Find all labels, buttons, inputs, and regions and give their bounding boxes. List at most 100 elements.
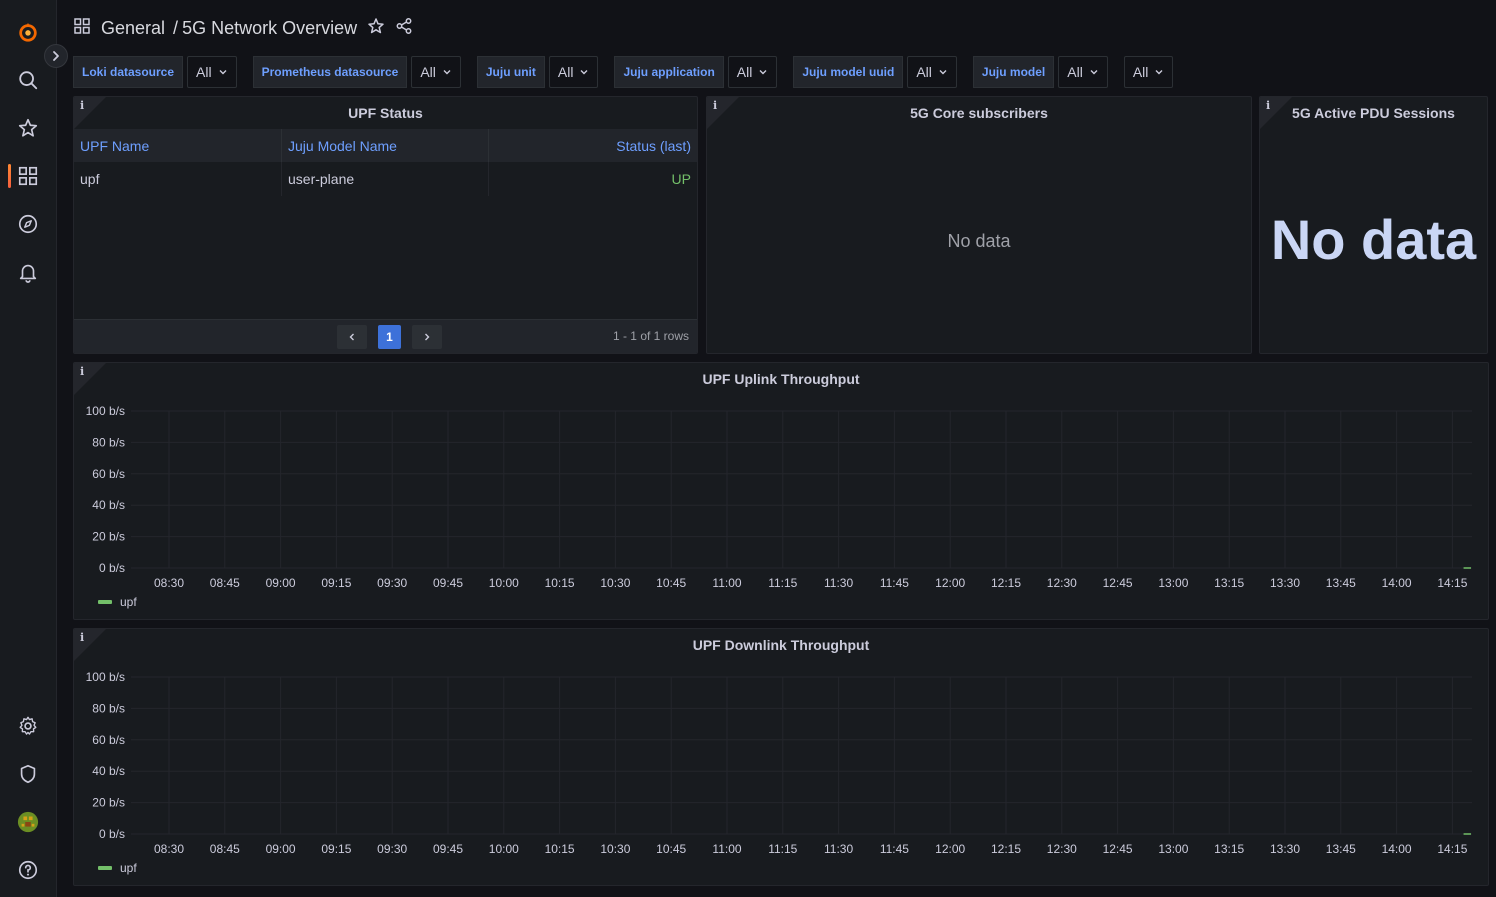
x-tick-label: 13:30 (1270, 842, 1300, 856)
sidebar (0, 0, 57, 897)
x-tick-label: 10:45 (656, 576, 686, 590)
variable-value: All (420, 64, 436, 80)
variable-label: Juju application (614, 56, 724, 88)
y-tick-label: 60 b/s (92, 733, 125, 747)
legend-swatch (98, 866, 112, 870)
variable-select[interactable]: All (727, 56, 778, 88)
x-tick-label: 13:15 (1214, 842, 1244, 856)
x-tick-label: 11:15 (768, 842, 797, 856)
panel-title[interactable]: 5G Core subscribers (707, 105, 1251, 121)
upf-status-panel: i UPF Status UPF Name Juju Model Name St… (73, 96, 698, 354)
cell-juju-model-name: user-plane (282, 162, 489, 196)
x-tick-label: 09:30 (377, 842, 407, 856)
favorite-star-icon[interactable] (367, 17, 385, 40)
table-row: upf user-plane UP (74, 162, 697, 196)
pdu-sessions-panel: i 5G Active PDU Sessions No data (1259, 96, 1488, 354)
y-tick-label: 100 b/s (86, 404, 125, 418)
x-tick-label: 12:00 (935, 576, 965, 590)
variable-select[interactable]: All (1123, 56, 1174, 88)
share-icon[interactable] (395, 17, 413, 40)
chevron-down-icon (1090, 70, 1098, 75)
y-tick-label: 100 b/s (86, 670, 125, 684)
search-icon[interactable] (14, 66, 42, 94)
x-tick-label: 10:15 (545, 842, 575, 856)
chart-legend[interactable]: upf (98, 595, 137, 609)
downlink-throughput-panel: i UPF Downlink Throughput 100 b/s 80 b/s 6… (73, 628, 1489, 886)
variable-value: All (1067, 64, 1083, 80)
y-tick-label: 0 b/s (99, 827, 125, 841)
cell-status: UP (671, 171, 691, 187)
column-header-juju-model-name[interactable]: Juju Model Name (282, 129, 489, 162)
y-tick-label: 20 b/s (92, 530, 125, 544)
alerting-bell-icon[interactable] (14, 258, 42, 286)
legend-series-name: upf (120, 595, 137, 609)
variable-select[interactable]: All (1058, 56, 1108, 88)
x-tick-label: 08:45 (210, 842, 240, 856)
x-tick-label: 12:15 (991, 576, 1021, 590)
explore-compass-icon[interactable] (14, 210, 42, 238)
x-tick-label: 09:45 (433, 576, 463, 590)
dashboard-header: General / 5G Network Overview (73, 14, 413, 42)
help-icon[interactable] (14, 856, 42, 884)
no-data-stat: No data (1270, 208, 1477, 271)
x-tick-label: 08:30 (154, 576, 184, 590)
chevron-down-icon (443, 70, 451, 75)
variable-select[interactable]: All (548, 56, 599, 88)
expand-sidebar-button[interactable] (44, 44, 68, 68)
x-tick-label: 10:15 (545, 576, 575, 590)
variable-juju-model-uuid: Juju model uuid All (793, 56, 957, 88)
column-header-status[interactable]: Status (last) (489, 129, 697, 162)
chart-legend[interactable]: upf (98, 861, 137, 875)
y-tick-label: 20 b/s (92, 796, 125, 810)
x-tick-label: 14:00 (1382, 576, 1412, 590)
x-tick-label: 12:45 (1103, 842, 1133, 856)
variable-select[interactable]: All (411, 56, 461, 88)
chevron-right-icon (53, 51, 59, 61)
x-tick-label: 14:15 (1437, 576, 1467, 590)
variable-select[interactable]: All (907, 56, 957, 88)
chevron-down-icon (580, 70, 588, 75)
variable-loki-datasource: Loki datasource All (73, 56, 237, 88)
chevron-right-icon (425, 333, 430, 341)
x-tick-label: 13:45 (1326, 842, 1356, 856)
downlink-chart-plot[interactable]: 100 b/s 80 b/s 60 b/s 40 b/s 20 b/s 0 b/s 08:3… (74, 629, 1489, 886)
x-tick-label: 12:15 (991, 842, 1021, 856)
page-title[interactable]: 5G Network Overview (182, 18, 357, 39)
panel-title[interactable]: UPF Status (74, 105, 697, 121)
panel-title[interactable]: 5G Active PDU Sessions (1260, 105, 1487, 121)
variable-label: Juju model (972, 56, 1055, 88)
settings-gear-icon[interactable] (14, 712, 42, 740)
variable-select[interactable]: All (187, 56, 237, 88)
variable-value: All (736, 64, 753, 80)
chevron-left-icon (349, 333, 354, 341)
next-page-button[interactable] (412, 325, 442, 349)
x-tick-label: 13:00 (1158, 576, 1188, 590)
variable-label: Juju unit (476, 56, 545, 88)
variable-label: Prometheus datasource (252, 56, 408, 88)
x-tick-label: 11:30 (824, 576, 853, 590)
x-tick-label: 10:30 (600, 576, 630, 590)
no-data-message: No data (947, 231, 1011, 251)
star-icon[interactable] (14, 114, 42, 142)
x-tick-label: 12:30 (1047, 842, 1077, 856)
x-tick-label: 09:00 (266, 842, 296, 856)
active-indicator (8, 164, 11, 188)
dashboards-icon[interactable] (14, 162, 42, 190)
x-tick-label: 12:45 (1103, 576, 1133, 590)
x-tick-label: 10:30 (600, 842, 630, 856)
user-avatar[interactable] (14, 808, 42, 836)
y-tick-label: 0 b/s (99, 561, 125, 575)
page-number-button[interactable]: 1 (378, 325, 401, 349)
breadcrumb-folder[interactable]: General (101, 18, 165, 39)
column-header-upf-name[interactable]: UPF Name (74, 129, 282, 162)
x-tick-label: 11:00 (712, 842, 741, 856)
shield-icon[interactable] (14, 760, 42, 788)
chevron-down-icon (219, 70, 227, 75)
x-tick-label: 09:45 (433, 842, 463, 856)
prev-page-button[interactable] (337, 325, 367, 349)
grafana-logo-icon[interactable] (14, 18, 42, 46)
cell-upf-name: upf (74, 162, 282, 196)
uplink-chart-plot[interactable]: 100 b/s 80 b/s 60 b/s 40 b/s 20 b/s 0 b/s 08:3… (74, 363, 1489, 620)
template-variables-bar: Loki datasource All Prometheus datasourc… (73, 56, 1189, 88)
x-tick-label: 09:15 (321, 842, 351, 856)
